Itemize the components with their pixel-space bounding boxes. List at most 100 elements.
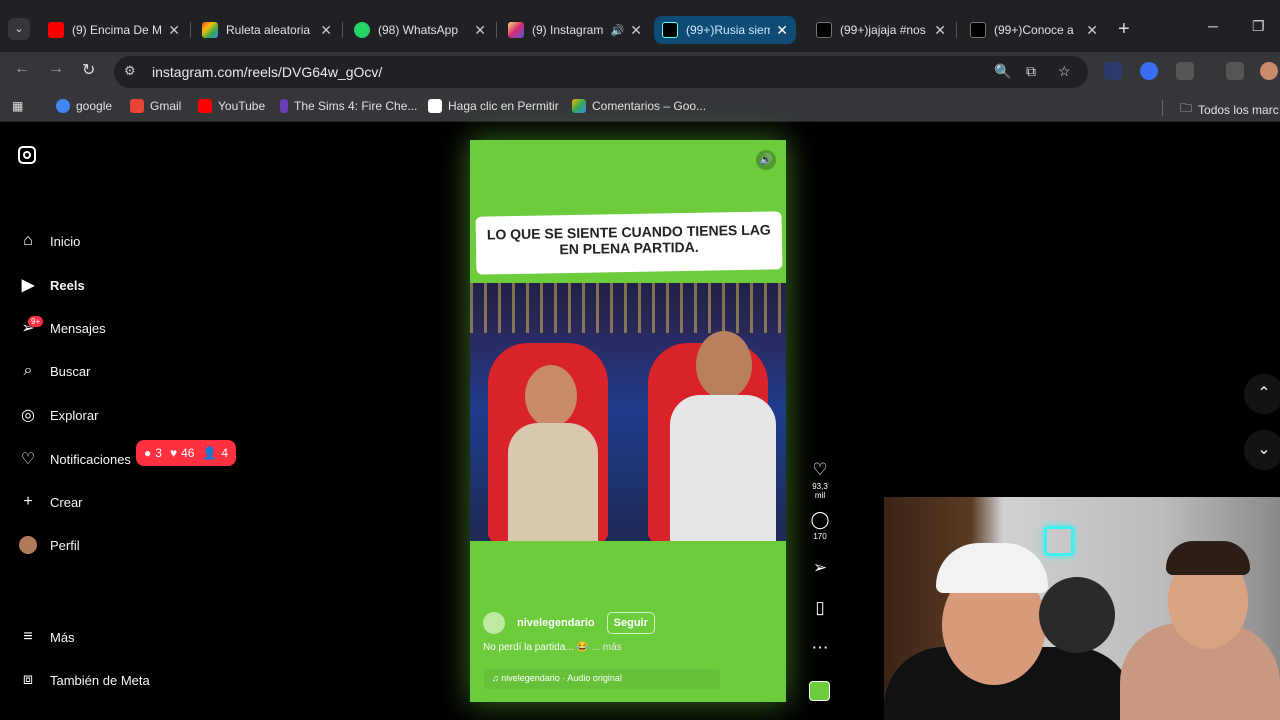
menu-icon: ≡ — [23, 628, 33, 645]
instagram-icon[interactable] — [18, 146, 36, 164]
tab-title: (9) Instagram — [532, 23, 604, 37]
follow-button[interactable]: Seguir — [606, 612, 655, 634]
tab-divider — [496, 22, 497, 38]
install-app-icon[interactable]: ⧉ — [1026, 63, 1036, 80]
close-icon[interactable]: ✕ — [168, 22, 180, 39]
bookmark-google[interactable]: google — [56, 99, 112, 113]
minimize-button[interactable]: ─ — [1208, 18, 1218, 34]
rider-right-head — [696, 331, 752, 399]
close-icon[interactable]: ✕ — [630, 22, 642, 39]
comment-icon: ● — [144, 446, 152, 460]
follows-count: 4 — [221, 446, 229, 460]
heart-icon: ♡ — [812, 460, 828, 479]
nav-label: Mensajes — [50, 320, 106, 336]
nav-meta[interactable]: ⧈ También de Meta — [18, 667, 150, 693]
speaker-icon[interactable]: 🔊 — [611, 24, 625, 37]
tab-search-button[interactable]: ⌄ — [8, 18, 30, 40]
nav-label: Explorar — [50, 407, 99, 423]
tab-whatsapp[interactable]: (98) WhatsApp ✕ — [346, 16, 494, 44]
extension-icon[interactable] — [1140, 62, 1158, 80]
profile-avatar[interactable] — [1260, 62, 1278, 80]
back-button[interactable]: ← — [14, 60, 30, 78]
reels-icon: ▶ — [21, 277, 35, 294]
comment-button[interactable]: ◯ 170 — [807, 510, 833, 541]
new-tab-button[interactable]: + — [1118, 18, 1130, 41]
tab-instagram[interactable]: (9) Instagram 🔊 ✕ — [500, 16, 650, 44]
tab-tiktok-2[interactable]: (99+)jajaja #nos ✕ — [808, 16, 954, 44]
rider-left-head — [525, 365, 577, 427]
restore-button[interactable]: ❐ — [1252, 18, 1265, 35]
all-bookmarks-folder[interactable]: 🗀 Todos los marc — [1180, 99, 1279, 120]
bookmark-label: Haga clic en Permitir — [448, 99, 559, 113]
tab-title: (98) WhatsApp — [378, 23, 459, 37]
bookmark-icon: ▯ — [815, 598, 825, 617]
tab-tiktok-active[interactable]: (99+)Rusia siem ✕ — [654, 16, 796, 44]
save-button[interactable]: ▯ — [807, 598, 833, 618]
nav-notificaciones[interactable]: ♡ Notificaciones — [18, 446, 131, 472]
messages-badge: 9+ — [28, 316, 44, 327]
address-bar[interactable]: ⚙ instagram.com/reels/DVG64w_gOcv/ 🔍 ⧉ ☆ — [114, 56, 1088, 88]
nav-explorar[interactable]: ◎ Explorar — [18, 402, 98, 428]
more-options-button[interactable]: ⋯ — [807, 638, 833, 658]
nav-mas[interactable]: ≡ Más — [18, 624, 74, 650]
page-icon — [428, 99, 442, 113]
avatar[interactable] — [483, 612, 505, 634]
tab-ruleta[interactable]: Ruleta aleatoria ✕ — [194, 16, 340, 44]
close-icon[interactable]: ✕ — [1086, 22, 1098, 39]
bookmark-star-icon[interactable]: ☆ — [1058, 63, 1071, 80]
bookmark-comentarios[interactable]: Comentarios – Goo... — [572, 99, 706, 113]
bookmark-permitir[interactable]: Haga clic en Permitir — [428, 99, 559, 113]
tiktok-icon — [662, 22, 678, 38]
tab-tiktok-3[interactable]: (99+)Conoce a ✕ — [962, 16, 1106, 44]
close-icon[interactable]: ✕ — [934, 22, 946, 39]
heart-icon: ♡ — [20, 451, 36, 468]
next-reel-button[interactable]: ⌄ — [1244, 430, 1280, 470]
nav-perfil[interactable]: Perfil — [18, 532, 80, 558]
url-text[interactable]: instagram.com/reels/DVG64w_gOcv/ — [152, 64, 382, 80]
extensions-puzzle-icon[interactable] — [1176, 62, 1194, 80]
tab-title: (99+)Conoce a — [994, 23, 1074, 37]
apps-grid-icon[interactable]: ▦ — [12, 99, 23, 113]
nav-buscar[interactable]: ⌕ Buscar — [18, 358, 91, 384]
nav-label: Crear — [50, 494, 83, 510]
reel-caption-overlay: LO QUE SE SIENTE CUANDO TIENES LAG EN PL… — [475, 211, 783, 275]
zoom-icon[interactable]: 🔍 — [994, 63, 1011, 80]
nav-reels[interactable]: ▶ Reels — [18, 272, 85, 298]
share-button[interactable]: ➢ — [807, 558, 833, 578]
reload-button[interactable]: ↻ — [82, 60, 95, 80]
username[interactable]: nivelegendario — [517, 617, 595, 629]
nav-crear[interactable]: + Crear — [18, 489, 83, 515]
volume-icon[interactable]: 🔊 — [756, 150, 776, 170]
like-button[interactable]: ♡ 93,3 mil — [807, 460, 833, 500]
bookmark-label: Gmail — [150, 99, 182, 113]
tab-youtube[interactable]: (9) Encima De M ✕ — [40, 16, 188, 44]
more-link[interactable]: ... más — [592, 642, 622, 653]
notifications-summary-badge: ● 3 ♥ 46 👤 4 — [136, 440, 237, 466]
roulette-icon — [202, 22, 218, 38]
google-ads-icon — [572, 99, 586, 113]
like-count: 93,3 mil — [812, 482, 828, 500]
tab-title: Ruleta aleatoria — [226, 23, 311, 37]
bookmark-sims[interactable]: The Sims 4: Fire Che... — [280, 99, 417, 113]
close-icon[interactable]: ✕ — [776, 22, 788, 39]
forward-button[interactable]: → — [48, 60, 64, 78]
previous-reel-button[interactable]: ⌃ — [1244, 374, 1280, 414]
instagram-sidebar: ⌂ Inicio ▶ Reels ➢ Mensajes 9+ ⌕ Buscar … — [0, 128, 270, 720]
audio-thumbnail[interactable] — [809, 681, 830, 701]
bookmark-youtube[interactable]: YouTube — [198, 99, 265, 113]
pen-extension-icon[interactable] — [1104, 62, 1122, 80]
close-icon[interactable]: ✕ — [474, 22, 486, 39]
explore-icon: ◎ — [21, 407, 35, 424]
tab-title: (9) Encima De M — [72, 23, 163, 37]
reel-video-player[interactable]: 🔊 LO QUE SE SIENTE CUANDO TIENES LAG EN … — [470, 140, 786, 702]
nav-label: También de Meta — [50, 672, 150, 688]
nav-inicio[interactable]: ⌂ Inicio — [18, 228, 80, 254]
media-control-icon[interactable] — [1226, 62, 1244, 80]
nav-label: Reels — [50, 277, 85, 293]
audio-link[interactable]: ♫ nivelegendario · Audio original — [484, 669, 720, 689]
bookmark-gmail[interactable]: Gmail — [130, 99, 181, 113]
close-icon[interactable]: ✕ — [320, 22, 332, 39]
background-lights — [470, 283, 786, 333]
comments-count: 3 — [155, 446, 162, 460]
site-settings-icon[interactable]: ⚙ — [124, 63, 136, 79]
